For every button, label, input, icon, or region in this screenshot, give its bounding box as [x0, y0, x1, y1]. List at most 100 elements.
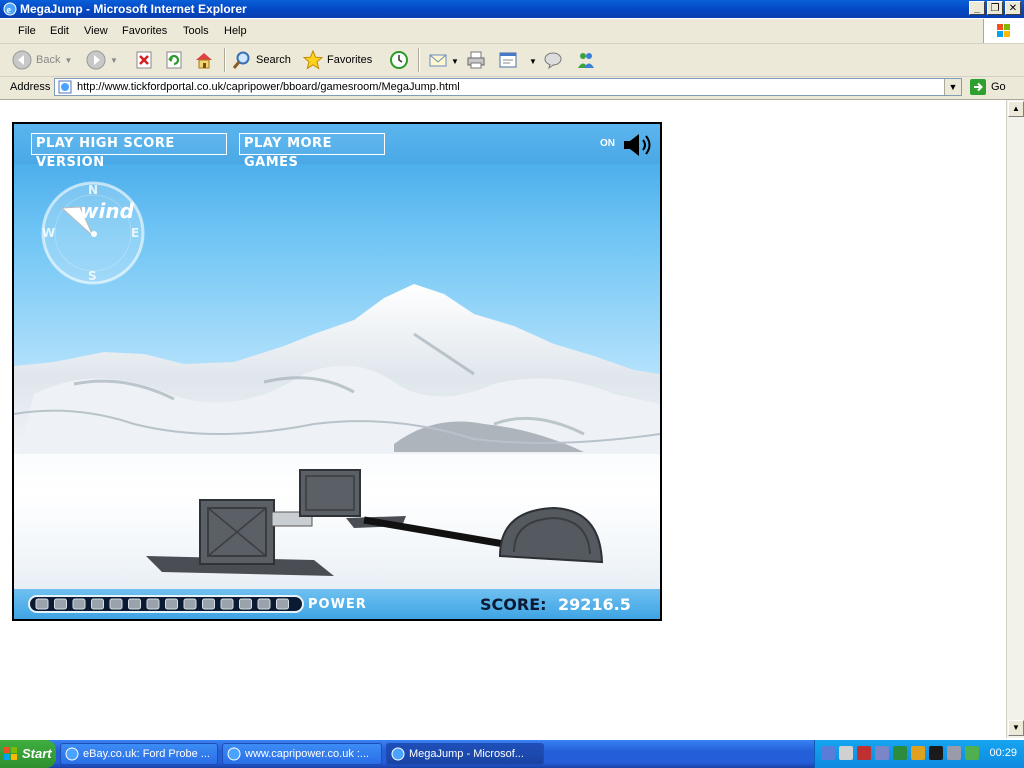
menu-file[interactable]: File [18, 25, 36, 37]
power-cell [220, 598, 234, 610]
task-label: eBay.co.uk: Ford Probe ... [83, 748, 210, 760]
go-button[interactable]: Go [970, 79, 1006, 95]
start-label: Start [22, 746, 52, 761]
score-label: SCORE: [480, 595, 547, 614]
window-title: MegaJump - Microsoft Internet Explorer [20, 2, 247, 16]
menu-help[interactable]: Help [224, 25, 247, 37]
power-cell [257, 598, 271, 610]
back-dropdown-icon[interactable]: ▼ [64, 56, 72, 65]
power-cell [109, 598, 123, 610]
edit-dropdown-icon[interactable]: ▼ [529, 57, 537, 66]
menu-view[interactable]: View [84, 25, 108, 37]
power-cell [146, 598, 160, 610]
power-cell [54, 598, 67, 610]
forward-button[interactable]: ▼ [86, 48, 118, 72]
power-cell [276, 598, 289, 610]
search-icon [232, 51, 250, 69]
minimize-button[interactable]: _ [969, 1, 985, 15]
speaker-icon[interactable] [622, 131, 656, 159]
play-high-score-button[interactable]: PLAY HIGH SCORE VERSION [31, 133, 227, 170]
system-tray: 00:29 [814, 740, 1024, 768]
power-label: POWER [308, 597, 367, 612]
power-cell [35, 598, 49, 610]
task-ebay[interactable]: eBay.co.uk: Ford Probe ... [60, 743, 218, 765]
power-cell [165, 598, 178, 610]
menu-bar: File Edit View Favorites Tools Help [0, 19, 1024, 44]
app-tray-icon[interactable] [929, 746, 943, 760]
menu-tools[interactable]: Tools [183, 25, 209, 37]
antivirus-tray-icon[interactable] [893, 746, 907, 760]
task-label: www.capripower.co.uk :... [245, 748, 370, 760]
stop-icon[interactable] [134, 50, 154, 70]
power-meter [28, 595, 304, 613]
scroll-down-icon[interactable]: ▼ [1008, 720, 1024, 736]
update-tray-icon[interactable] [911, 746, 925, 760]
compass-east-label: E [131, 226, 139, 240]
power-score-strip: POWER SCORE: 29216.5 [14, 589, 660, 619]
go-arrow-icon [970, 79, 986, 95]
close-button[interactable]: ✕ [1005, 1, 1021, 15]
history-icon[interactable] [389, 50, 409, 70]
monitor-tray-icon[interactable] [875, 746, 889, 760]
clock: 00:29 [989, 747, 1017, 759]
volume-tray-icon[interactable] [947, 746, 961, 760]
power-cell [72, 598, 86, 610]
back-arrow-icon [12, 50, 32, 70]
discuss-icon[interactable] [543, 50, 563, 70]
print-icon[interactable] [466, 50, 486, 70]
ie-logo-icon: e [3, 2, 17, 16]
search-button[interactable]: Search [232, 48, 291, 72]
title-bar: e MegaJump - Microsoft Internet Explorer… [0, 0, 1024, 18]
compass-west-label: W [42, 226, 55, 240]
taskbar: Start eBay.co.uk: Ford Probe ... www.cap… [0, 740, 1024, 768]
messenger-icon[interactable] [576, 50, 596, 70]
address-dropdown-icon[interactable]: ▼ [944, 79, 961, 95]
score-value: 29216.5 [558, 595, 631, 614]
address-bar: Address http://www.tickfordportal.co.uk/… [0, 77, 1024, 100]
network-tray-icon[interactable] [821, 746, 835, 760]
start-button[interactable]: Start [0, 740, 56, 768]
edit-icon[interactable] [498, 50, 518, 70]
windows-flag-icon [4, 747, 17, 760]
back-label: Back [36, 54, 61, 66]
power-cell [239, 598, 252, 610]
favorites-label: Favorites [327, 54, 373, 66]
power-cell [183, 598, 197, 610]
favorites-button[interactable]: Favorites [303, 48, 372, 72]
toolbar: Back ▼ ▼ Search Favorites ▼ ▼ [0, 44, 1024, 77]
power-cell [202, 598, 215, 610]
address-url: http://www.tickfordportal.co.uk/capripow… [77, 81, 460, 93]
page-icon [58, 80, 72, 94]
menu-favorites[interactable]: Favorites [122, 25, 167, 37]
sound-state-label: ON [600, 138, 615, 149]
network-error-tray-icon[interactable] [857, 746, 871, 760]
messenger-tray-icon[interactable] [965, 746, 979, 760]
forward-dropdown-icon[interactable]: ▼ [110, 56, 118, 65]
wind-compass: N E S W wind [41, 181, 145, 285]
go-label: Go [991, 81, 1006, 93]
vertical-scrollbar[interactable]: ▲ ▼ [1006, 100, 1024, 738]
mail-dropdown-icon[interactable]: ▼ [451, 57, 459, 66]
mail-icon[interactable] [428, 50, 448, 70]
restore-button[interactable]: ❐ [987, 1, 1003, 15]
scroll-up-icon[interactable]: ▲ [1008, 101, 1024, 117]
power-cell [128, 598, 141, 610]
address-input[interactable]: http://www.tickfordportal.co.uk/capripow… [54, 78, 962, 96]
ie-task-icon [65, 747, 79, 761]
ie-task-icon [391, 747, 405, 761]
zonealarm-tray-icon[interactable] [839, 746, 853, 760]
menu-edit[interactable]: Edit [50, 25, 69, 37]
megajump-game[interactable]: PLAY HIGH SCORE VERSION PLAY MORE GAMES … [12, 122, 662, 621]
task-label: MegaJump - Microsof... [409, 748, 524, 760]
task-megajump[interactable]: MegaJump - Microsof... [386, 743, 544, 765]
power-cell [91, 598, 104, 610]
search-label: Search [256, 54, 291, 66]
svg-text:e: e [7, 5, 12, 16]
windows-logo-icon [983, 19, 1024, 43]
compass-north-label: N [88, 183, 98, 197]
home-icon[interactable] [194, 50, 214, 70]
refresh-icon[interactable] [164, 50, 184, 70]
task-capripower[interactable]: www.capripower.co.uk :... [222, 743, 382, 765]
back-button[interactable]: Back ▼ [12, 48, 72, 72]
play-more-games-button[interactable]: PLAY MORE GAMES [239, 133, 385, 170]
